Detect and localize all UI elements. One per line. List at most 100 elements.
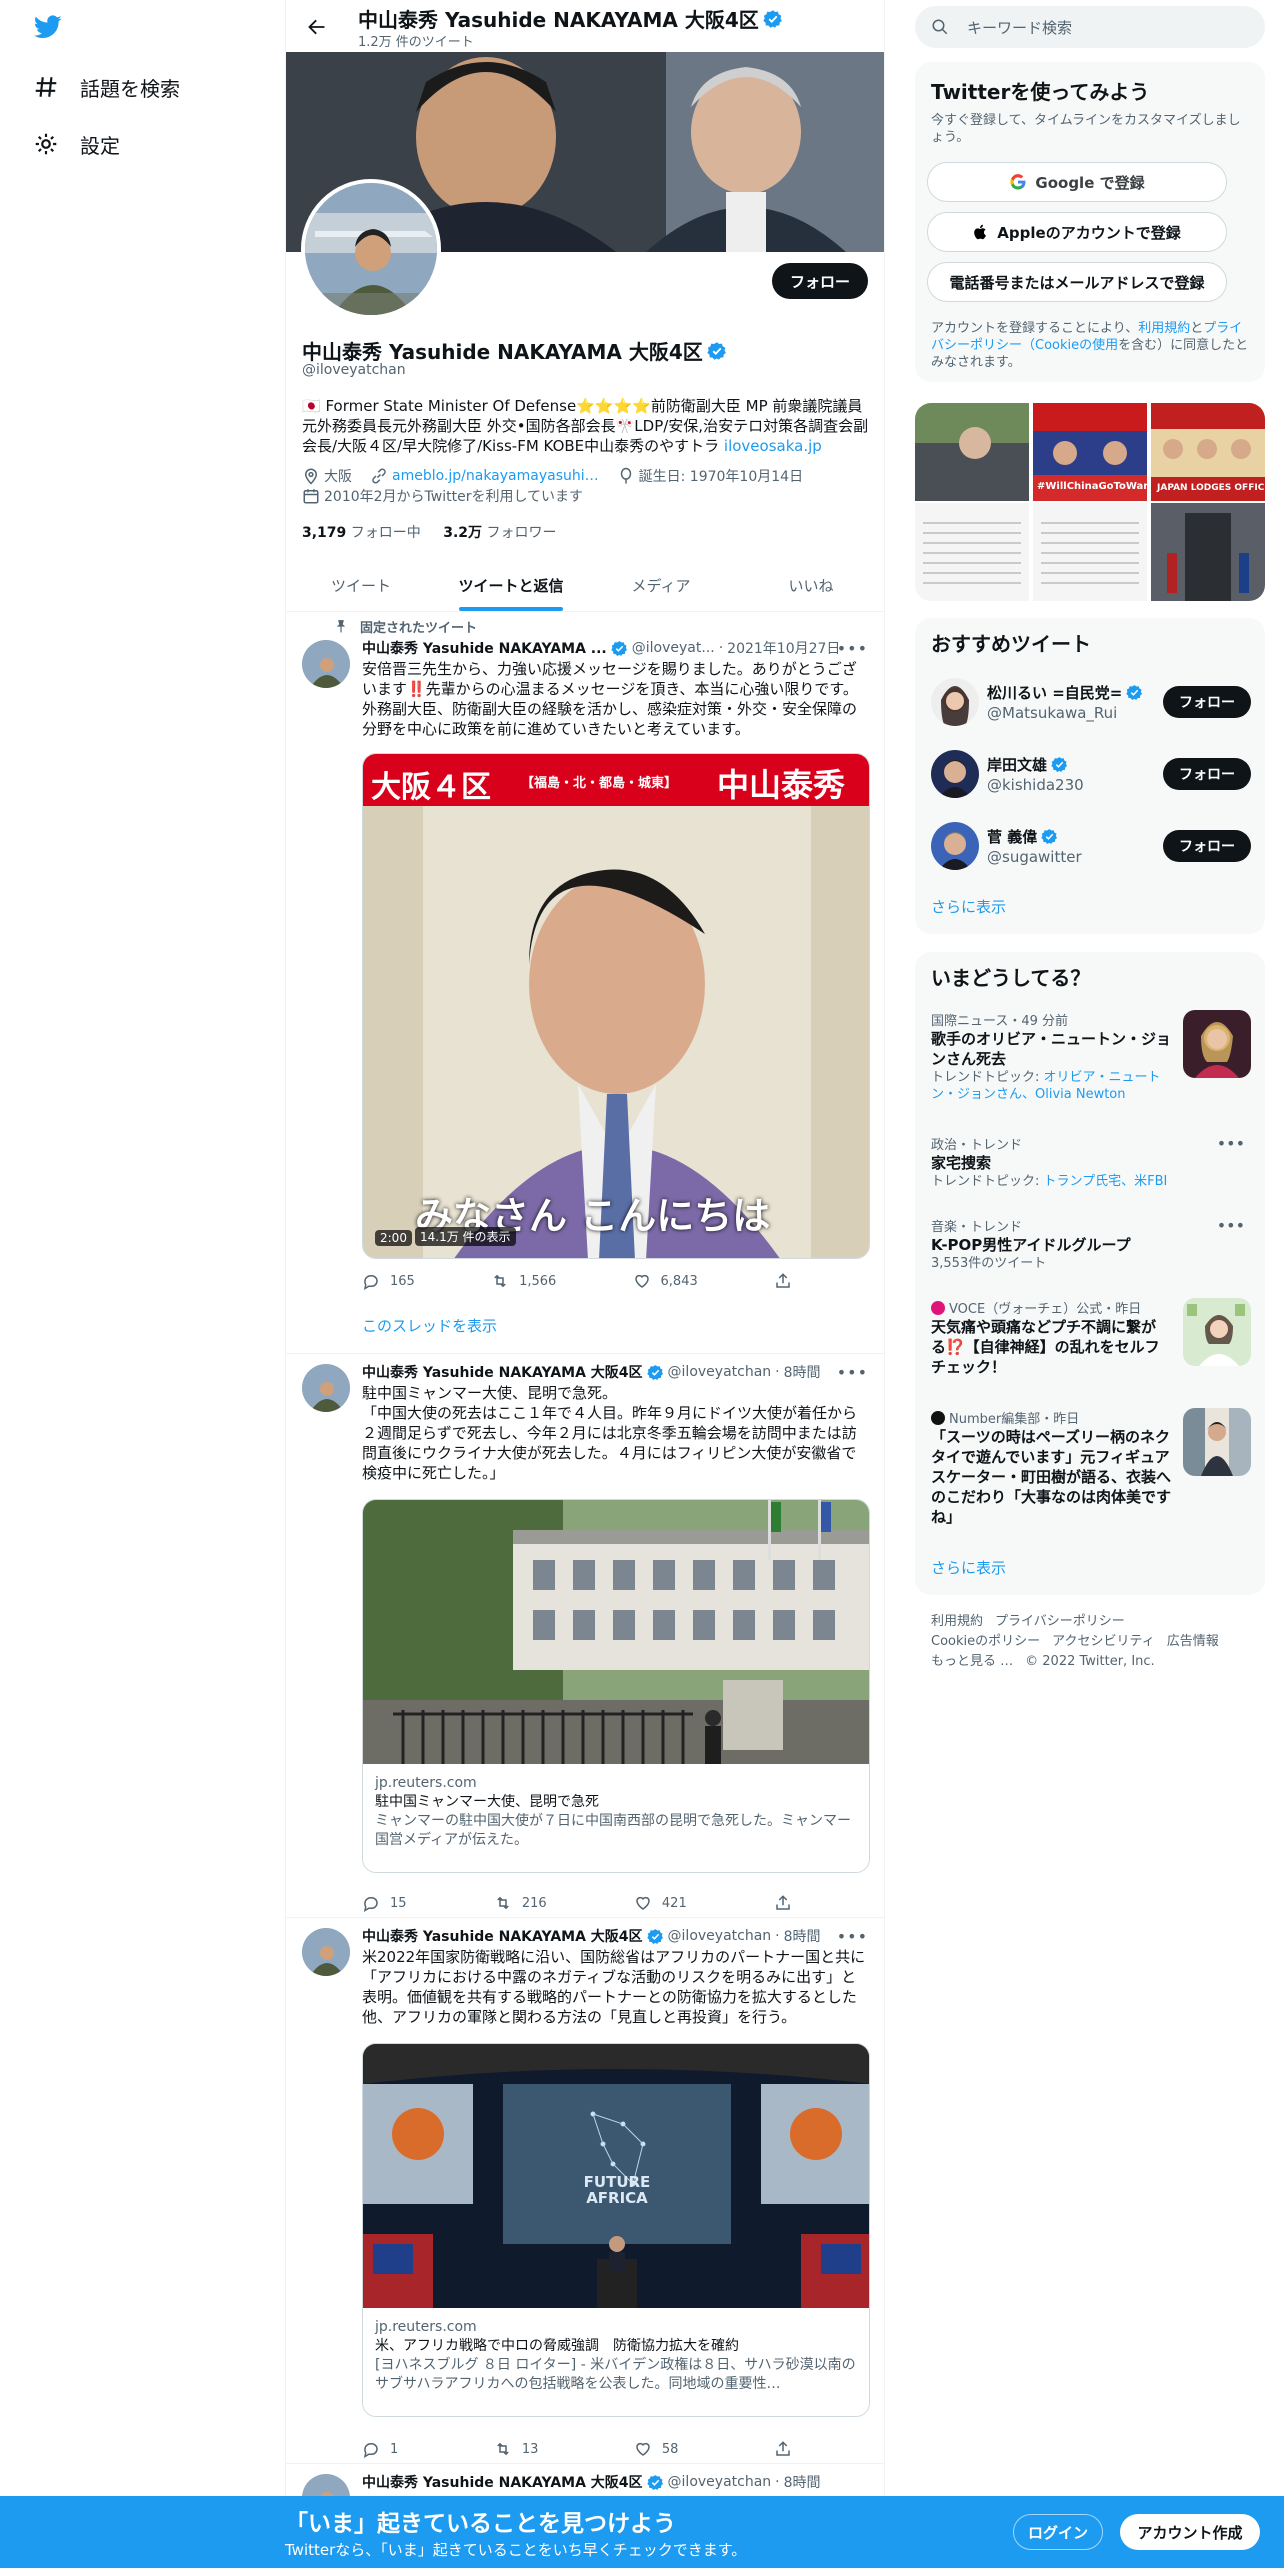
following-link[interactable]: 3,179 フォロー中 bbox=[302, 525, 421, 541]
footer-privacy[interactable]: プライバシーポリシー bbox=[995, 1614, 1125, 1629]
suggestion-name-text: 松川るい =自民党= bbox=[987, 684, 1123, 702]
apple-signup-button[interactable]: Appleのアカウントで登録 bbox=[927, 212, 1227, 252]
gear-icon bbox=[32, 130, 60, 158]
media-grid-tag-1: #WillChinaGoToWar bbox=[1037, 481, 1149, 492]
tweet-handle[interactable]: @iloveyatchan bbox=[668, 2474, 772, 2490]
card-text: jp.reuters.com 米、アフリカ戦略で中ロの脅威強調 防衛協力拡大を確… bbox=[375, 2318, 859, 2394]
tweet-item[interactable]: 中山泰秀 Yasuhide NAKAYAMA 大阪4区 @iloveyatcha… bbox=[286, 1354, 884, 1918]
followers-link[interactable]: 3.2万 フォロワー bbox=[443, 525, 556, 541]
footer-more[interactable]: もっと見る … bbox=[931, 1654, 1013, 1669]
tweet-item[interactable]: 中山泰秀 Yasuhide NAKAYAMA 大阪4区 @iloveyatcha… bbox=[286, 1918, 884, 2464]
profile-avatar[interactable] bbox=[301, 179, 441, 319]
back-arrow-icon[interactable] bbox=[300, 12, 334, 42]
website-link[interactable]: ameblo.jp/nakayamayasuhi… bbox=[392, 468, 599, 484]
follow-suggestion[interactable]: 松川るい =自民党= @Matsukawa_Rui フォロー bbox=[931, 674, 1251, 730]
tweet-author-name[interactable]: 中山泰秀 Yasuhide NAKAYAMA 大阪4区 bbox=[362, 1362, 643, 1382]
reply-button[interactable]: 165 bbox=[362, 1272, 415, 1290]
follow-button[interactable]: フォロー bbox=[771, 263, 868, 299]
tweet-handle[interactable]: @iloveyat... bbox=[632, 640, 715, 656]
terms-link[interactable]: 利用規約 bbox=[1138, 321, 1190, 336]
reply-button[interactable]: 15 bbox=[362, 1894, 407, 1912]
more-options-icon[interactable]: ••• bbox=[837, 639, 868, 658]
trend-item[interactable]: 音楽・トレンド K-POP男性アイドルグループ 3,553件のツイート ••• bbox=[931, 1216, 1251, 1276]
phone-email-signup-button[interactable]: 電話番号またはメールアドレスで登録 bbox=[927, 262, 1227, 302]
follow-suggestion[interactable]: 菅 義偉 @sugawitter フォロー bbox=[931, 818, 1251, 874]
tweet-time[interactable]: 8時間 bbox=[784, 1926, 821, 1946]
more-options-icon[interactable]: ••• bbox=[1217, 1216, 1245, 1235]
suggestion-avatar[interactable] bbox=[931, 750, 979, 798]
tab-tweets-and-replies[interactable]: ツイートと返信 bbox=[436, 560, 586, 611]
tab-media[interactable]: メディア bbox=[586, 560, 736, 611]
login-button[interactable]: ログイン bbox=[1013, 2514, 1103, 2550]
signup-terms: アカウントを登録することにより、利用規約とプライバシーポリシー（Cookieの使… bbox=[931, 320, 1251, 371]
search-box[interactable]: キーワード検索 bbox=[915, 6, 1265, 48]
tweet-video[interactable]: 大阪４区 【福島・北・都島・城東】 中山泰秀 みなさん こんにちは 2:00 1… bbox=[362, 753, 870, 1259]
tweet-avatar[interactable] bbox=[302, 1928, 350, 1976]
tweet-time[interactable]: 8時間 bbox=[784, 2472, 821, 2492]
share-button[interactable] bbox=[774, 2440, 802, 2458]
tweet-avatar[interactable] bbox=[302, 1364, 350, 1412]
followers-count: 3.2万 bbox=[443, 525, 483, 541]
tweet-time[interactable]: 2021年10月27日 bbox=[727, 638, 840, 658]
like-button[interactable]: 421 bbox=[634, 1894, 687, 1912]
trend-item[interactable]: 政治・トレンド 家宅捜索 トレンドトピック: トランプ氏宅、米FBI ••• bbox=[931, 1134, 1251, 1194]
show-more-link[interactable]: さらに表示 bbox=[931, 896, 1006, 917]
more-options-icon[interactable]: ••• bbox=[1217, 1134, 1245, 1153]
card-description: [ヨハネスブルグ ８日 ロイター] - 米バイデン政権は８日、サハラ砂漠以南のサ… bbox=[375, 2357, 856, 2392]
show-more-link[interactable]: さらに表示 bbox=[931, 1557, 1006, 1578]
follow-button[interactable]: フォロー bbox=[1163, 686, 1251, 718]
follow-button[interactable]: フォロー bbox=[1163, 830, 1251, 862]
trend-item[interactable]: 国際ニュース・49 分前 歌手のオリビア・ニュートン・ジョンさん死去 トレンドト… bbox=[931, 1010, 1251, 1110]
tab-tweets[interactable]: ツイート bbox=[286, 560, 436, 611]
retweet-button[interactable]: 216 bbox=[494, 1894, 547, 1912]
tab-likes[interactable]: いいね bbox=[736, 560, 884, 611]
media-grid[interactable]: #WillChinaGoToWar JAPAN LODGES OFFICIAL bbox=[915, 403, 1265, 601]
who-to-follow: おすすめツイート 松川るい =自民党= @Matsukawa_Rui フォロー … bbox=[915, 618, 1265, 934]
tweet-author-name[interactable]: 中山泰秀 Yasuhide NAKAYAMA 大阪4区 bbox=[362, 1926, 643, 1946]
nav-explore[interactable]: 話題を検索 bbox=[32, 67, 180, 107]
follow-suggestion[interactable]: 岸田文雄 @kishida230 フォロー bbox=[931, 746, 1251, 802]
tweet-time[interactable]: 8時間 bbox=[784, 1362, 821, 1382]
more-options-icon[interactable]: ••• bbox=[837, 1927, 868, 1946]
tweet-author-name[interactable]: 中山泰秀 Yasuhide NAKAYAMA ... bbox=[362, 638, 607, 658]
trend-sub-link[interactable]: トランプ氏宅、米FBI bbox=[1044, 1174, 1168, 1189]
follow-button[interactable]: フォロー bbox=[1163, 758, 1251, 790]
more-options-icon[interactable]: ••• bbox=[837, 1363, 868, 1382]
link-card[interactable]: jp.reuters.com 駐中国ミャンマー大使、昆明で急死 ミャンマーの駐中… bbox=[362, 1499, 870, 1873]
footer-accessibility[interactable]: アクセシビリティ bbox=[1052, 1634, 1155, 1649]
balloon-icon bbox=[617, 467, 635, 485]
like-button[interactable]: 58 bbox=[634, 2440, 678, 2458]
tweet-author-name[interactable]: 中山泰秀 Yasuhide NAKAYAMA 大阪4区 bbox=[362, 2472, 643, 2492]
footer-terms[interactable]: 利用規約 bbox=[931, 1614, 983, 1629]
trend-item[interactable]: VOCE（ヴォーチェ）公式・昨日 天気痛や頭痛などプチ不調に繋がる⁉️【自律神経… bbox=[931, 1298, 1251, 1384]
tweet-actions: 1 13 58 bbox=[362, 2440, 802, 2458]
show-thread-link[interactable]: このスレッドを表示 bbox=[362, 1315, 497, 1336]
card-image-screen-text: FUTURE AFRICA bbox=[583, 2173, 651, 2207]
suggestion-avatar[interactable] bbox=[931, 678, 979, 726]
tweet-handle[interactable]: @iloveyatchan bbox=[668, 1928, 772, 1944]
tweet-avatar[interactable] bbox=[302, 640, 350, 688]
twitter-logo-icon[interactable] bbox=[32, 13, 64, 41]
footer-cookie[interactable]: Cookieのポリシー bbox=[931, 1634, 1040, 1649]
link-card[interactable]: FUTURE AFRICA jp.reuters.com 米、アフリカ戦略で中ロ… bbox=[362, 2043, 870, 2417]
reply-count: 15 bbox=[390, 1895, 407, 1911]
footer-ads-info[interactable]: 広告情報 bbox=[1167, 1634, 1219, 1649]
retweet-button[interactable]: 13 bbox=[494, 2440, 538, 2458]
bio-link[interactable]: iloveosaka.jp bbox=[724, 437, 822, 455]
tweet-item[interactable]: 固定されたツイート 中山泰秀 Yasuhide NAKAYAMA ... @il… bbox=[286, 612, 884, 1354]
share-button[interactable] bbox=[774, 1894, 802, 1912]
trend-item[interactable]: Number編集部・昨日 「スーツの時はペーズリー柄のネクタイで遊んでいます」元… bbox=[931, 1408, 1251, 1526]
retweet-button[interactable]: 1,566 bbox=[491, 1272, 556, 1290]
main-column: 中山泰秀 Yasuhide NAKAYAMA 大阪4区 1.2万 件のツイート bbox=[285, 0, 885, 2568]
signup-box: Twitterを使ってみよう 今すぐ登録して、タイムラインをカスタマイズしましょ… bbox=[915, 62, 1265, 382]
google-signup-button[interactable]: Google で登録 bbox=[927, 162, 1227, 202]
share-button[interactable] bbox=[774, 1272, 802, 1290]
trend-thumbnail bbox=[1183, 1408, 1251, 1476]
tweet-handle[interactable]: @iloveyatchan bbox=[668, 1364, 772, 1380]
reply-button[interactable]: 1 bbox=[362, 2440, 398, 2458]
like-button[interactable]: 6,843 bbox=[633, 1272, 698, 1290]
signup-button[interactable]: アカウント作成 bbox=[1120, 2514, 1260, 2550]
suggestion-avatar[interactable] bbox=[931, 822, 979, 870]
follow-stats: 3,179 フォロー中 3.2万 フォロワー bbox=[302, 522, 556, 542]
nav-settings[interactable]: 設定 bbox=[32, 124, 120, 164]
